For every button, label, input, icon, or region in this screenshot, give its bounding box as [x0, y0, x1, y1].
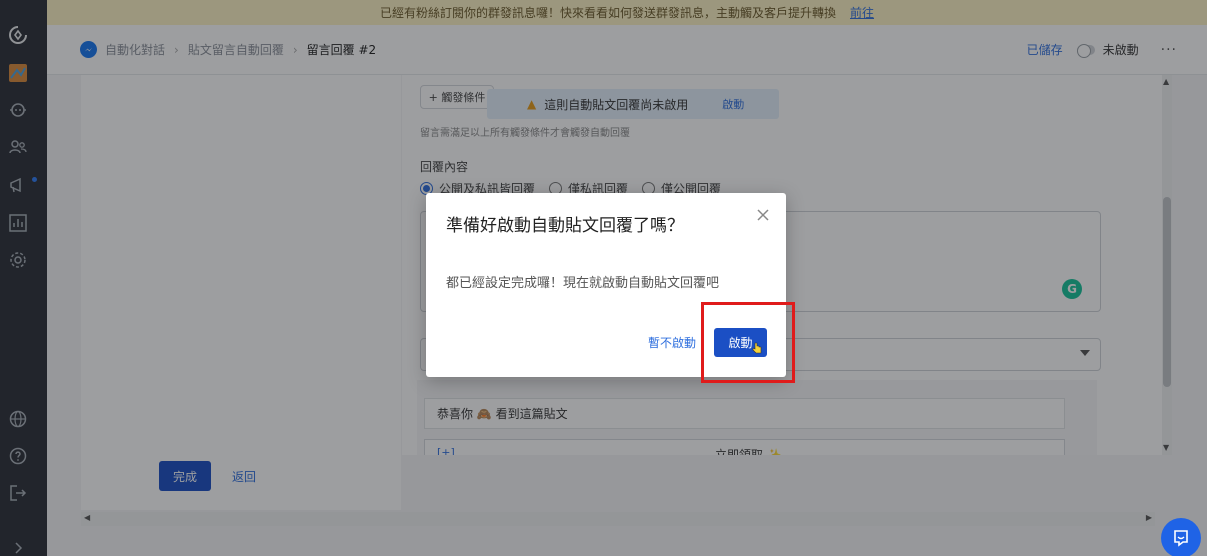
support-chat-button[interactable] [1161, 518, 1201, 556]
not-now-button[interactable]: 暫不啟動 [648, 334, 696, 351]
chat-icon [1174, 530, 1188, 547]
activate-button[interactable]: 啟動 [714, 328, 767, 357]
hand-cursor-icon [752, 342, 762, 354]
activate-confirm-dialog: 準備好啟動自動貼文回覆了嗎？ 都已經設定完成囉！現在就啟動自動貼文回覆吧 暫不啟… [426, 193, 786, 377]
close-icon[interactable] [755, 207, 771, 223]
dialog-message: 都已經設定完成囉！現在就啟動自動貼文回覆吧 [446, 276, 720, 291]
dialog-title: 準備好啟動自動貼文回覆了嗎？ [446, 216, 684, 236]
activate-button-label: 啟動 [728, 336, 753, 350]
